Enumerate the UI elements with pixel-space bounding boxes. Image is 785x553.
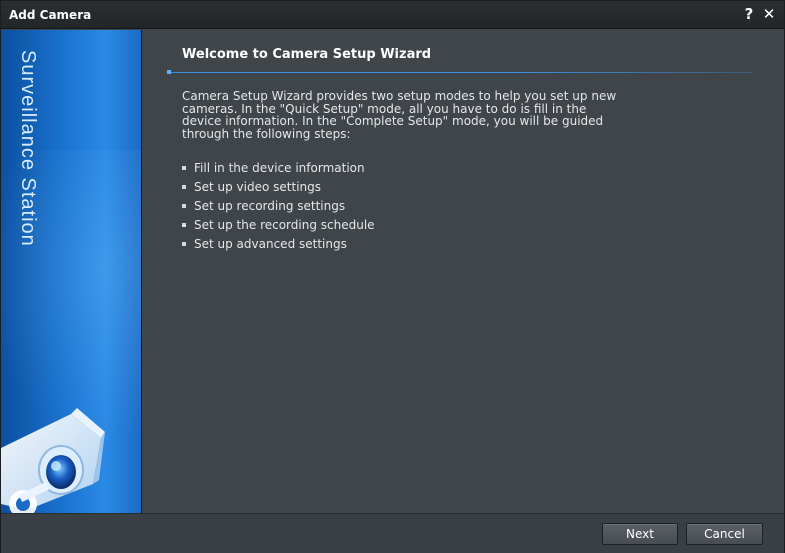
page-title: Welcome to Camera Setup Wizard: [182, 47, 432, 62]
close-icon[interactable]: ✕: [760, 5, 778, 23]
bullet-icon: [182, 242, 186, 246]
help-icon[interactable]: ?: [740, 5, 758, 23]
dialog-footer: Next Cancel: [1, 513, 784, 553]
brand-container: Surveillance Station: [15, 50, 43, 280]
intro-text: Camera Setup Wizard provides two setup m…: [182, 89, 617, 141]
list-item: Fill in the device information: [182, 161, 375, 180]
list-item: Set up advanced settings: [182, 237, 375, 256]
cancel-button[interactable]: Cancel: [686, 523, 763, 545]
divider-marker: [167, 70, 171, 74]
bullet-icon: [182, 223, 186, 227]
step-label: Set up advanced settings: [194, 237, 347, 251]
title-bar[interactable]: Add Camera ? ✕: [1, 1, 784, 29]
next-button[interactable]: Next: [602, 523, 678, 545]
step-label: Set up the recording schedule: [194, 218, 375, 232]
bullet-icon: [182, 204, 186, 208]
step-label: Fill in the device information: [194, 161, 365, 175]
dialog-title: Add Camera: [9, 8, 92, 22]
heading-divider: [168, 72, 752, 73]
brand-text: Surveillance Station: [17, 50, 39, 247]
add-camera-dialog: Add Camera ? ✕ Surveillance Station Welc…: [0, 0, 785, 553]
wizard-content: Welcome to Camera Setup Wizard Camera Se…: [142, 30, 784, 513]
list-item: Set up video settings: [182, 180, 375, 199]
step-label: Set up recording settings: [194, 199, 346, 213]
wizard-sidebar: Surveillance Station: [1, 30, 142, 513]
steps-list: Fill in the device information Set up vi…: [182, 161, 375, 256]
list-item: Set up the recording schedule: [182, 218, 375, 237]
security-camera-icon: [1, 408, 105, 513]
bullet-icon: [182, 166, 186, 170]
bullet-icon: [182, 185, 186, 189]
step-label: Set up video settings: [194, 180, 322, 194]
list-item: Set up recording settings: [182, 199, 375, 218]
